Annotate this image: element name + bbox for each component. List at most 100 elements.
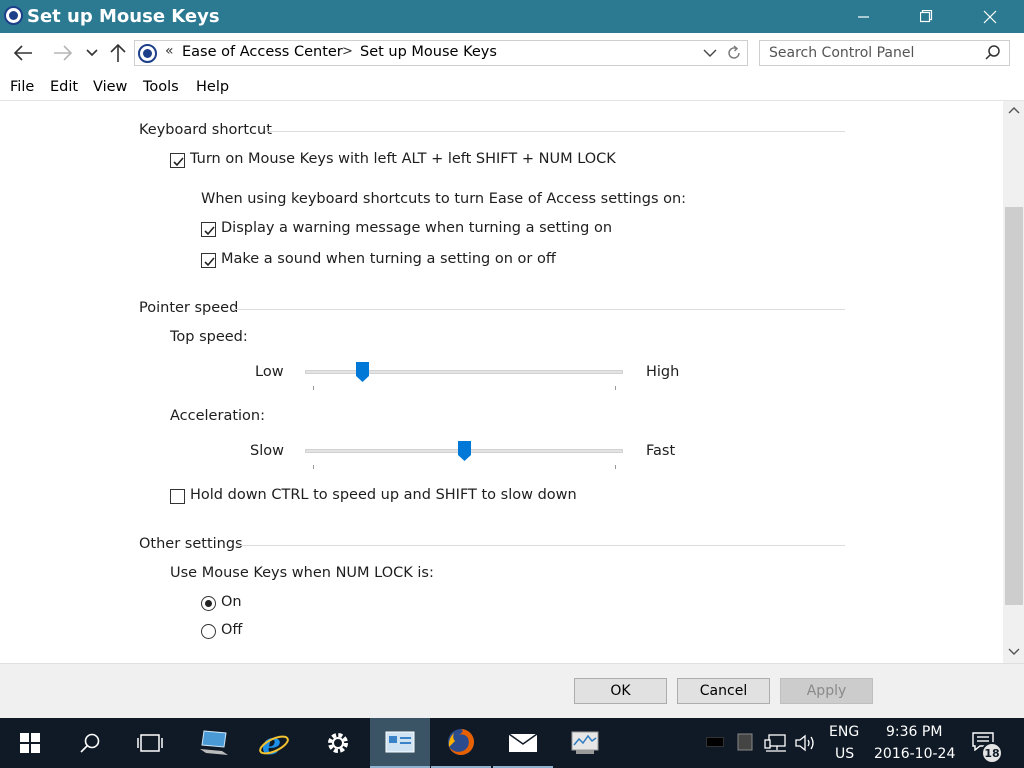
acceleration-slow-label: Slow	[250, 443, 284, 459]
restore-icon	[919, 10, 932, 23]
group-divider	[265, 131, 845, 132]
pointer-speed-heading: Pointer speed	[139, 300, 239, 316]
warning-message-checkbox[interactable]	[201, 222, 216, 237]
task-view-button[interactable]	[120, 718, 180, 768]
menu-edit[interactable]: Edit	[50, 79, 78, 95]
search-input[interactable]	[760, 41, 980, 65]
ok-button[interactable]: OK	[574, 678, 667, 704]
minimize-icon	[858, 15, 869, 18]
top-speed-low-label: Low	[255, 364, 284, 380]
slider-tick	[313, 386, 314, 390]
keyboard-shortcut-heading: Keyboard shortcut	[139, 122, 272, 138]
checkmark-icon	[204, 226, 215, 236]
radio-selected-dot	[205, 600, 212, 607]
control-panel-icon	[138, 44, 157, 63]
firefox-icon	[448, 729, 474, 755]
settings-taskbar-button[interactable]	[308, 718, 368, 768]
region-indicator[interactable]: US	[835, 746, 854, 762]
title-bar[interactable]: Set up Mouse Keys	[0, 0, 1024, 33]
language-indicator[interactable]: ENG	[829, 724, 859, 740]
this-pc-taskbar-button[interactable]	[184, 718, 244, 768]
apply-button[interactable]: Apply	[780, 678, 873, 704]
forward-arrow-icon	[54, 45, 73, 61]
top-speed-high-label: High	[646, 364, 680, 380]
make-sound-checkbox[interactable]	[201, 253, 216, 268]
top-speed-label: Top speed:	[170, 329, 248, 345]
back-button[interactable]	[11, 41, 35, 65]
navigation-bar: « Ease of Access Center > Set up Mouse K…	[0, 33, 1024, 73]
start-button[interactable]	[0, 718, 60, 768]
computer-icon	[200, 730, 228, 755]
top-speed-slider[interactable]	[305, 370, 623, 374]
settings-panel: Keyboard shortcut Turn on Mouse Keys wit…	[0, 101, 1003, 663]
scrollbar-thumb[interactable]	[1005, 207, 1023, 605]
address-bar[interactable]: « Ease of Access Center > Set up Mouse K…	[134, 40, 748, 66]
search-icon[interactable]	[984, 44, 1002, 62]
slider-tick	[313, 465, 314, 469]
monitor-chart-icon	[571, 731, 599, 754]
control-panel-taskbar-button[interactable]	[370, 718, 430, 768]
numlock-on-label[interactable]: On	[221, 594, 242, 610]
internet-explorer-taskbar-button[interactable]: e	[244, 718, 304, 768]
breadcrumb-ease-of-access[interactable]: Ease of Access Center	[182, 44, 343, 60]
search-icon	[80, 733, 100, 753]
ctrl-shift-label[interactable]: Hold down CTRL to speed up and SHIFT to …	[190, 487, 577, 503]
refresh-icon[interactable]	[725, 44, 743, 62]
recent-locations-button[interactable]	[80, 41, 104, 65]
volume-icon[interactable]	[794, 733, 818, 753]
internet-explorer-icon: e	[259, 727, 289, 759]
control-panel-icon	[4, 6, 23, 25]
forward-button[interactable]	[51, 41, 75, 65]
numlock-off-radio[interactable]	[201, 624, 216, 639]
slider-tick	[615, 386, 616, 390]
close-button[interactable]	[967, 0, 1013, 33]
warning-message-label[interactable]: Display a warning message when turning a…	[221, 220, 612, 236]
maximize-button[interactable]	[903, 0, 949, 33]
minimize-button[interactable]	[841, 0, 887, 33]
gear-icon	[328, 733, 348, 753]
turn-on-mouse-keys-checkbox[interactable]	[170, 153, 185, 168]
numlock-on-radio[interactable]	[201, 596, 216, 611]
up-arrow-icon	[110, 43, 126, 62]
up-button[interactable]	[106, 41, 130, 65]
acceleration-fast-label: Fast	[646, 443, 676, 459]
menu-file[interactable]: File	[10, 79, 34, 95]
scroll-down-icon[interactable]	[1008, 645, 1020, 657]
breadcrumb-separator[interactable]: >	[342, 44, 353, 59]
search-taskbar-button[interactable]	[60, 718, 120, 768]
chevron-down-icon[interactable]	[702, 45, 718, 61]
vertical-scrollbar[interactable]	[1003, 101, 1024, 663]
acceleration-slider-thumb[interactable]	[457, 441, 471, 461]
menu-tools[interactable]: Tools	[143, 79, 179, 95]
window-title: Set up Mouse Keys	[27, 6, 220, 27]
search-box[interactable]	[759, 40, 1010, 66]
clock-date[interactable]: 2016-10-24	[874, 746, 955, 762]
chevron-down-icon	[86, 49, 98, 57]
make-sound-label[interactable]: Make a sound when turning a setting on o…	[221, 251, 556, 267]
network-icon[interactable]	[764, 733, 788, 753]
breadcrumb-overflow[interactable]: «	[165, 43, 174, 59]
battery-indicator-icon[interactable]	[706, 737, 724, 747]
tray-device-icon[interactable]	[737, 733, 753, 751]
control-panel-icon	[385, 731, 415, 753]
acceleration-label: Acceleration:	[170, 408, 265, 424]
firefox-taskbar-button[interactable]	[431, 718, 491, 768]
breadcrumb-mouse-keys[interactable]: Set up Mouse Keys	[360, 44, 497, 60]
numlock-off-label[interactable]: Off	[221, 622, 242, 638]
turn-on-mouse-keys-label[interactable]: Turn on Mouse Keys with left ALT + left …	[190, 151, 616, 167]
other-settings-heading: Other settings	[139, 536, 243, 552]
cancel-button[interactable]: Cancel	[677, 678, 770, 704]
group-divider	[233, 309, 845, 310]
scroll-up-icon[interactable]	[1008, 105, 1020, 117]
top-speed-slider-thumb[interactable]	[355, 362, 369, 382]
checkmark-icon	[204, 257, 215, 267]
mail-taskbar-button[interactable]	[493, 718, 553, 768]
clock-time[interactable]: 9:36 PM	[886, 724, 942, 740]
menu-view[interactable]: View	[93, 79, 127, 95]
performance-monitor-taskbar-button[interactable]	[555, 718, 615, 768]
mail-icon	[508, 733, 538, 752]
ctrl-shift-checkbox[interactable]	[170, 489, 185, 504]
slider-tick	[615, 465, 616, 469]
menu-help[interactable]: Help	[196, 79, 229, 95]
menu-bar: File Edit View Tools Help	[0, 73, 1024, 101]
